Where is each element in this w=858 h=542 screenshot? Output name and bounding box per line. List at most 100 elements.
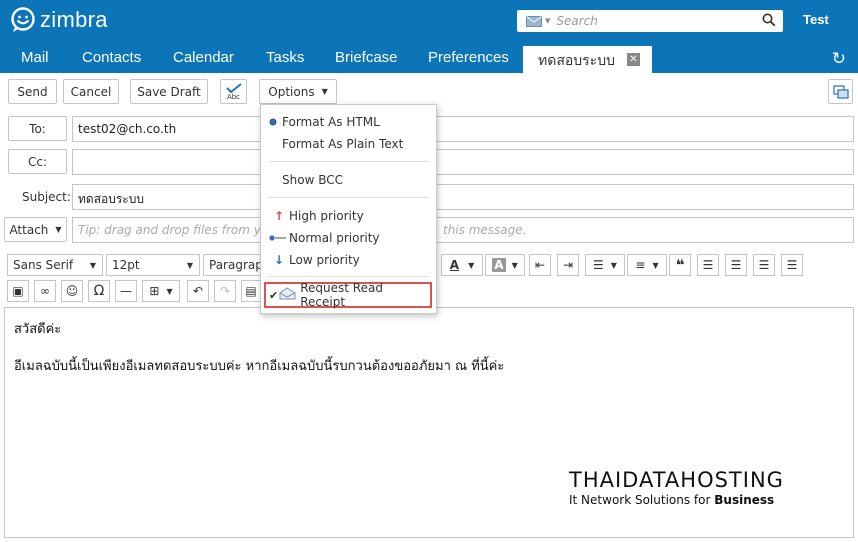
detach-window-button[interactable] [828, 79, 853, 104]
chevron-down-icon: ▼ [321, 87, 328, 96]
refresh-icon[interactable]: ↻ [832, 49, 846, 69]
align-center-button[interactable]: ☰ [725, 254, 747, 276]
justify-icon: ☰ [786, 258, 798, 272]
insert-table-button[interactable]: ⊞ ▼ [142, 280, 180, 302]
align-center-icon: ☰ [730, 258, 742, 272]
send-button[interactable]: Send [8, 79, 57, 104]
menu-item-low-priority-label: Low priority [289, 253, 360, 267]
low-priority-arrow-icon: ↓ [273, 253, 285, 267]
cc-field[interactable] [72, 149, 854, 175]
menu-item-show-bcc[interactable]: Show BCC [282, 173, 343, 187]
options-button[interactable]: Options ▼ [259, 79, 337, 104]
quote-icon: ❝ [675, 256, 685, 274]
search-type-dropdown-icon[interactable]: ▼ [545, 17, 550, 25]
undo-icon: ↶ [192, 284, 204, 298]
align-right-button[interactable]: ☰ [753, 254, 775, 276]
logo-text: zimbra [40, 7, 108, 32]
undo-button[interactable]: ↶ [187, 280, 209, 302]
table-icon: ⊞ [149, 284, 160, 298]
chevron-down-icon: ▼ [55, 225, 62, 234]
tab-mail[interactable]: Mail [21, 49, 49, 66]
menu-item-low-priority[interactable]: ↓ Low priority [269, 253, 360, 267]
clipboard-icon: ▤ [245, 284, 257, 298]
tab-tasks[interactable]: Tasks [266, 49, 304, 66]
menu-separator [269, 197, 429, 198]
insert-link-button[interactable]: ∞ [34, 280, 56, 302]
attach-tip-right: this message. [443, 223, 527, 237]
menu-separator [269, 161, 429, 162]
body-line-message: อีเมลฉบับนี้เป็นเพียงอีเมลทดสอบระบบค่ะ ห… [14, 359, 505, 374]
to-button[interactable]: To: [8, 116, 67, 141]
redo-icon: ↷ [219, 284, 231, 298]
font-size-select[interactable]: 12pt ▼ [106, 254, 200, 276]
menu-item-format-html-label: Format As HTML [282, 115, 380, 129]
tab-preferences[interactable]: Preferences [428, 49, 509, 66]
tab-calendar[interactable]: Calendar [173, 49, 234, 66]
background-color-icon: A [492, 258, 506, 272]
tab-briefcase[interactable]: Briefcase [335, 49, 398, 66]
text-color-button[interactable]: A ▼ [441, 254, 483, 276]
background-color-button[interactable]: A ▼ [485, 254, 525, 276]
search-input[interactable] [556, 14, 737, 28]
signature-tagline-bold: Business [714, 493, 775, 507]
bullet-list-button[interactable]: ☰ ▼ [585, 254, 625, 276]
spell-check-icon [225, 82, 242, 93]
attach-label: Attach [9, 222, 49, 237]
radio-selected-icon [269, 115, 282, 129]
redo-button[interactable]: ↷ [214, 280, 236, 302]
menu-item-request-read-receipt[interactable]: ✔ Request Read Receipt [264, 281, 432, 309]
attach-button[interactable]: Attach ▼ [4, 217, 67, 242]
chevron-down-icon: ▼ [89, 260, 96, 270]
align-left-button[interactable]: ☰ [697, 254, 719, 276]
image-icon: ▣ [12, 284, 24, 298]
menu-item-normal-priority-label: Normal priority [289, 231, 380, 245]
signature-tagline-prefix: It Network Solutions for [569, 493, 715, 507]
zimbra-logo[interactable]: zimbra [9, 6, 108, 34]
chevron-down-icon: ▼ [186, 260, 193, 270]
search-icon[interactable] [762, 13, 776, 30]
blockquote-button[interactable]: ❝ [669, 254, 691, 276]
top-bar: zimbra ▼ Test [0, 0, 858, 45]
attach-drop-zone[interactable]: Tip: drag and drop files from you this m… [72, 217, 854, 243]
search-box[interactable]: ▼ [517, 10, 783, 32]
menu-item-normal-priority[interactable]: Normal priority [269, 231, 380, 245]
indent-button[interactable]: ⇥ [557, 254, 579, 276]
tab-compose-active[interactable]: ทดสอบระบบ ✕ [523, 46, 652, 73]
smiley-icon: ☺ [65, 284, 79, 298]
menu-separator [269, 276, 429, 277]
insert-image-button[interactable]: ▣ [7, 280, 29, 302]
tab-contacts[interactable]: Contacts [82, 49, 141, 66]
to-field[interactable]: test02@ch.co.th [72, 116, 854, 142]
chevron-down-icon: ▼ [610, 260, 617, 270]
chevron-down-icon: ▼ [511, 260, 518, 270]
tab-compose-label: ทดสอบระบบ [538, 52, 615, 68]
paragraph-value: Paragraph [209, 258, 260, 272]
close-tab-icon[interactable]: ✕ [627, 53, 640, 66]
insert-special-char-button[interactable]: Ω [88, 280, 110, 302]
menu-item-format-html[interactable]: Format As HTML [269, 115, 380, 129]
horizontal-rule-button[interactable]: — [115, 280, 137, 302]
spell-check-button[interactable]: Abc [220, 79, 247, 104]
menu-item-format-plain[interactable]: Format As Plain Text [282, 137, 403, 151]
menu-item-high-priority-label: High priority [289, 209, 364, 223]
checkmark-icon: ✔ [269, 288, 279, 302]
cc-button[interactable]: Cc: [8, 149, 67, 174]
user-menu[interactable]: Test [803, 12, 829, 27]
outdent-button[interactable]: ⇤ [529, 254, 551, 276]
mail-envelope-icon[interactable] [526, 15, 542, 27]
menu-item-high-priority[interactable]: ↑ High priority [269, 209, 364, 223]
subject-label: Subject: [22, 190, 71, 204]
font-family-select[interactable]: Sans Serif ▼ [7, 254, 103, 276]
save-draft-button[interactable]: Save Draft [130, 79, 208, 104]
numbered-list-button[interactable]: ≡ ▼ [627, 254, 667, 276]
link-icon: ∞ [40, 284, 50, 298]
paragraph-select[interactable]: Paragraph [203, 254, 261, 276]
subject-field[interactable]: ทดสอบระบบ [72, 184, 854, 210]
insert-emoticon-button[interactable]: ☺ [61, 280, 83, 302]
bullet-list-icon: ☰ [593, 258, 604, 272]
paste-button[interactable]: ▤ [241, 280, 261, 302]
chevron-down-icon: ▼ [166, 286, 173, 296]
cancel-button[interactable]: Cancel [63, 79, 119, 104]
justify-button[interactable]: ☰ [781, 254, 803, 276]
outdent-icon: ⇤ [534, 258, 546, 272]
